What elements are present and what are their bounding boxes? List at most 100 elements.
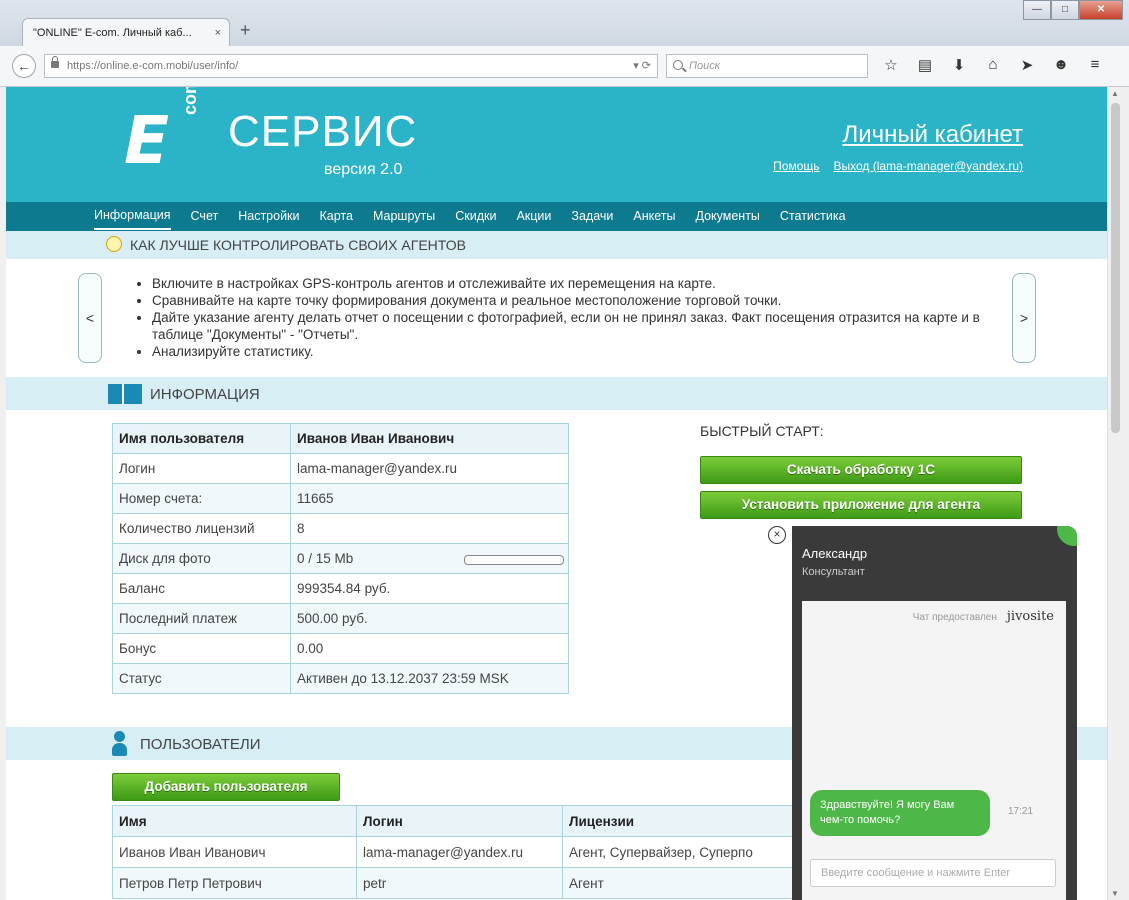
table-header-row: Имя Логин Лицензии: [112, 805, 803, 837]
tip-prev-button[interactable]: <: [78, 273, 102, 363]
window-controls: — □ ✕: [1023, 0, 1123, 20]
disk-usage-bar: [464, 555, 564, 565]
nav-settings[interactable]: Настройки: [238, 202, 299, 231]
table-row: Диск для фото 0 / 15 Mb: [112, 543, 569, 574]
help-link[interactable]: Помощь: [773, 159, 819, 173]
browser-tab[interactable]: "ONLINE" E-com. Личный каб... ×: [22, 18, 230, 46]
users-table: Имя Логин Лицензии Иванов Иван Иванович …: [112, 805, 803, 899]
chat-credit: Чат предоставлен jivosite: [913, 609, 1054, 624]
tab-title: "ONLINE" E-com. Личный каб...: [33, 27, 192, 39]
chat-status-icon: [1057, 526, 1077, 546]
info-section-header: ИНФОРМАЦИЯ: [6, 377, 1107, 410]
jivosite-logo[interactable]: jivosite: [1007, 609, 1054, 624]
user-name-cell: Иванов Иван Иванович: [112, 836, 357, 868]
table-row: Баланс 999354.84 руб.: [112, 573, 569, 604]
logout-link[interactable]: Выход (lama-manager@yandex.ru): [834, 159, 1023, 173]
page-scrollbar[interactable]: ▲ ▼: [1107, 87, 1123, 900]
table-row: Количество лицензий 8: [112, 513, 569, 544]
chat-agent-role: Консультант: [802, 566, 865, 578]
table-row: Имя пользователя Иванов Иван Иванович: [112, 423, 569, 454]
smiley-icon[interactable]: ☻: [1050, 56, 1072, 74]
scroll-thumb[interactable]: [1111, 103, 1120, 433]
user-name-cell: Петров Петр Петрович: [112, 867, 357, 899]
address-bar[interactable]: https://online.e-com.mobi/user/info/ ▾ ⟳: [44, 54, 658, 78]
info-value: 0.00: [290, 633, 569, 664]
info-value: 11665: [290, 483, 569, 514]
info-label: Последний платеж: [112, 603, 291, 634]
nav-info[interactable]: Информация: [94, 202, 171, 230]
user-login-cell: petr: [356, 867, 563, 899]
tip-item: Включите в настройках GPS-контроль агент…: [152, 275, 1032, 292]
nav-statistics[interactable]: Статистика: [780, 202, 846, 231]
site-title: СЕРВИС: [228, 107, 418, 156]
star-icon[interactable]: ☆: [880, 56, 902, 74]
site-version: версия 2.0: [324, 161, 403, 178]
info-label: Номер счета:: [112, 483, 291, 514]
column-header-login[interactable]: Логин: [356, 805, 563, 837]
info-label: Имя пользователя: [112, 423, 291, 454]
disk-cell: 0 / 15 Mb: [290, 543, 569, 574]
ecom-logo[interactable]: E com: [124, 87, 214, 177]
scroll-up-icon[interactable]: ▲: [1111, 89, 1119, 98]
nav-tasks[interactable]: Задачи: [571, 202, 613, 231]
clipboard-icon[interactable]: ▤: [914, 56, 936, 74]
chat-widget: Александр Консультант Чат предоставлен ji…: [792, 526, 1077, 900]
info-value: 500.00 руб.: [290, 603, 569, 634]
chat-message: Здравствуйте! Я могу Вам чем-то помочь?: [810, 790, 990, 836]
table-row[interactable]: Иванов Иван Иванович lama-manager@yandex…: [112, 836, 803, 868]
home-icon[interactable]: ⌂: [982, 56, 1004, 74]
column-header-licenses[interactable]: Лицензии: [562, 805, 803, 837]
user-icon: [112, 731, 127, 757]
send-icon[interactable]: ➤: [1016, 56, 1038, 74]
nav-discounts[interactable]: Скидки: [455, 202, 496, 231]
nav-documents[interactable]: Документы: [695, 202, 759, 231]
add-user-button[interactable]: Добавить пользователя: [112, 773, 340, 801]
nav-surveys[interactable]: Анкеты: [633, 202, 675, 231]
user-login-cell: lama-manager@yandex.ru: [356, 836, 563, 868]
column-header-name[interactable]: Имя: [112, 805, 357, 837]
cabinet-link[interactable]: Личный кабинет: [842, 121, 1023, 149]
menu-icon[interactable]: ≡: [1084, 56, 1106, 74]
nav-routes[interactable]: Маршруты: [373, 202, 435, 231]
search-input[interactable]: Поиск: [666, 54, 868, 78]
main-nav: Информация Счет Настройки Карта Маршруты…: [6, 202, 1107, 231]
chat-input[interactable]: Введите сообщение и нажмите Enter: [810, 859, 1056, 887]
chat-close-icon[interactable]: ×: [768, 526, 786, 544]
back-button[interactable]: ←: [12, 54, 36, 78]
browser-navbar: ← https://online.e-com.mobi/user/info/ ▾…: [0, 46, 1129, 87]
info-table: Имя пользователя Иванов Иван Иванович Ло…: [112, 423, 569, 694]
logo-com: com: [180, 87, 200, 115]
table-row: Логин lama-manager@yandex.ru: [112, 453, 569, 484]
nav-map[interactable]: Карта: [320, 202, 353, 231]
info-value: lama-manager@yandex.ru: [290, 453, 569, 484]
tip-item: Сравнивайте на карте точку формирования …: [152, 292, 1032, 309]
reload-icon[interactable]: ▾ ⟳: [633, 55, 651, 77]
chat-body: Чат предоставлен jivosite Здравствуйте! Я…: [802, 601, 1066, 900]
download-1c-button[interactable]: Скачать обработку 1С: [700, 456, 1022, 484]
new-tab-button[interactable]: +: [240, 20, 251, 41]
minimize-button[interactable]: —: [1023, 0, 1051, 20]
tab-close-icon[interactable]: ×: [215, 19, 221, 46]
scroll-down-icon[interactable]: ▼: [1111, 889, 1119, 898]
close-window-button[interactable]: ✕: [1079, 0, 1123, 20]
table-row: Последний платеж 500.00 руб.: [112, 603, 569, 634]
tips-title: КАК ЛУЧШЕ КОНТРОЛИРОВАТЬ СВОИХ АГЕНТОВ: [130, 237, 466, 253]
search-icon: [673, 60, 683, 70]
table-row[interactable]: Петров Петр Петрович petr Агент: [112, 867, 803, 899]
lock-icon: [51, 56, 59, 68]
nav-account[interactable]: Счет: [191, 202, 219, 231]
info-label: Количество лицензий: [112, 513, 291, 544]
browser-toolbar: ☆ ▤ ⬇ ⌂ ➤ ☻ ≡: [880, 56, 1106, 74]
info-value: 0 / 15 Mb: [297, 551, 354, 566]
info-label: Диск для фото: [112, 543, 291, 574]
info-value: Активен до 13.12.2037 23:59 MSK: [290, 663, 569, 694]
info-label: Логин: [112, 453, 291, 484]
download-icon[interactable]: ⬇: [948, 56, 970, 74]
url-text: https://online.e-com.mobi/user/info/: [67, 60, 239, 72]
maximize-button[interactable]: □: [1051, 0, 1079, 20]
info-section-title: ИНФОРМАЦИЯ: [150, 386, 260, 403]
info-label: Баланс: [112, 573, 291, 604]
nav-promos[interactable]: Акции: [516, 202, 551, 231]
install-app-button[interactable]: Установить приложение для агента: [700, 491, 1022, 519]
info-icon: [108, 384, 142, 404]
